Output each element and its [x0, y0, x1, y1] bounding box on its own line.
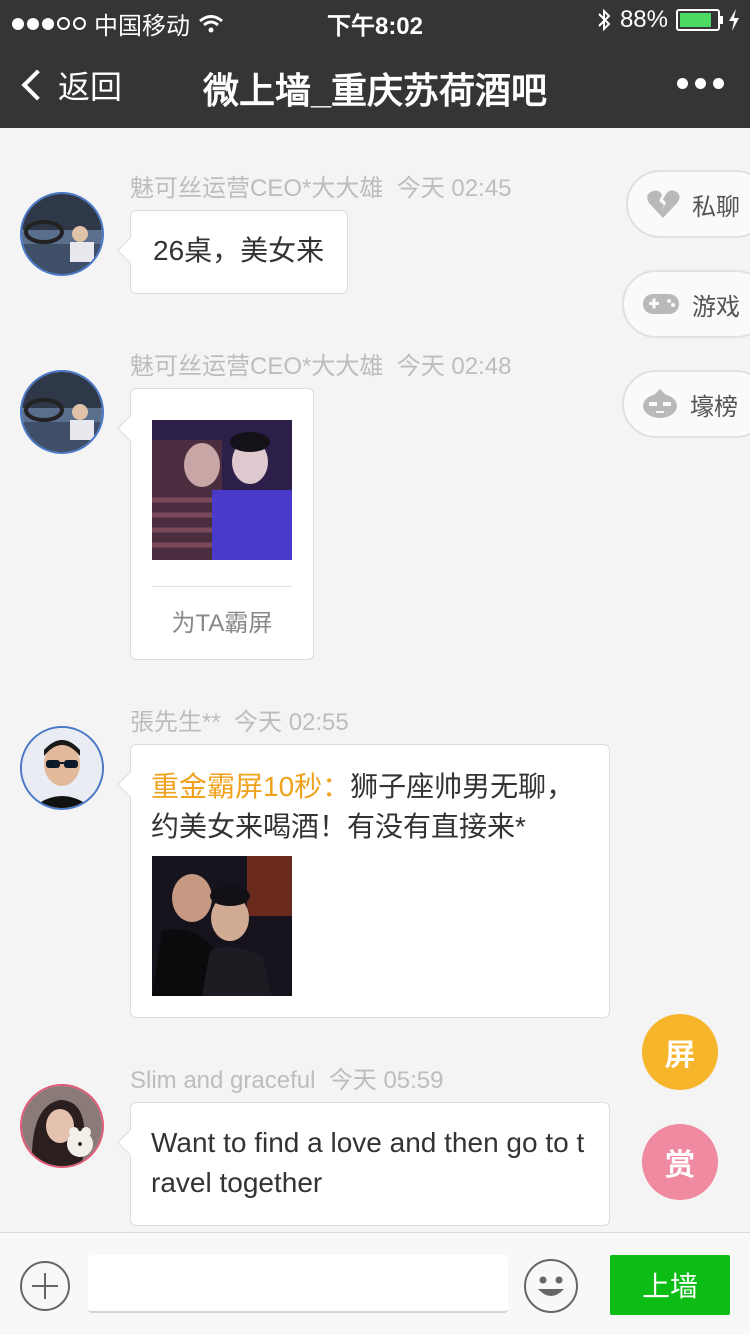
private-chat-label: 私聊 — [692, 193, 740, 221]
avatar[interactable] — [20, 726, 104, 810]
boost-screen-fab-label: 屏 — [665, 1039, 695, 1072]
message-input[interactable] — [88, 1255, 508, 1313]
broken-heart-icon — [647, 190, 680, 218]
message-bubble[interactable]: 26桌，美女来 — [130, 210, 348, 294]
message-body: 重金霸屏10秒：狮子座帅男无聊，约美女来喝酒！有没有直接来* — [151, 767, 589, 847]
nav-bar: 返回 微上墙_重庆苏荷酒吧 — [0, 40, 750, 128]
message-bubble[interactable]: 重金霸屏10秒：狮子座帅男无聊，约美女来喝酒！有没有直接来* — [130, 744, 610, 1018]
top-bar: 中国移动 下午8:02 88% 返回 微上墙_重庆苏荷酒吧 — [0, 0, 750, 128]
boost-tag: 重金霸屏10秒： — [151, 771, 351, 802]
battery-icon — [676, 9, 723, 31]
message-author: Slim and graceful — [130, 1067, 316, 1094]
post-to-wall-label: 上墙 — [641, 1271, 698, 1302]
input-bar: 上墙 — [0, 1232, 750, 1335]
message-bubble[interactable]: Want to find a love and then go to trave… — [130, 1102, 610, 1226]
gamepad-icon — [643, 294, 679, 314]
shared-photo[interactable] — [152, 856, 292, 996]
page-title: 微上墙_重庆苏荷酒吧 — [202, 70, 548, 111]
shared-photo[interactable] — [152, 420, 292, 560]
boost-screen-button[interactable]: 为TA霸屏 — [131, 603, 313, 638]
charging-icon — [729, 9, 739, 31]
plus-icon[interactable] — [20, 1261, 70, 1311]
games-button[interactable]: 游戏 — [622, 270, 750, 338]
boost-screen-fab[interactable]: 屏 — [642, 1014, 718, 1090]
games-label: 游戏 — [692, 293, 740, 321]
message-bubble[interactable]: 为TA霸屏 — [130, 388, 314, 660]
status-bar: 中国移动 下午8:02 88% — [0, 0, 750, 40]
message-meta: 魅可丝运营CEO*大大雄 今天 02:48 — [130, 346, 511, 381]
more-icon[interactable] — [677, 78, 724, 89]
reward-fab-label: 赏 — [665, 1149, 695, 1182]
private-chat-button[interactable]: 私聊 — [626, 170, 750, 238]
message-text: 26桌，美女来 — [153, 235, 325, 266]
ranking-label: 壕榜 — [690, 393, 738, 421]
avatar[interactable] — [20, 370, 104, 454]
bluetooth-icon — [598, 8, 611, 32]
message-time: 今天 05:59 — [328, 1067, 444, 1094]
avatar[interactable] — [20, 1084, 104, 1168]
message-meta: 魅可丝运营CEO*大大雄 今天 02:45 — [130, 168, 511, 203]
ranking-button[interactable]: 壕榜 — [622, 370, 750, 438]
message-author: 魅可丝运营CEO*大大雄 — [130, 353, 384, 380]
emoji-icon[interactable] — [524, 1259, 578, 1313]
message-text: Want to find a love and then go to trave… — [151, 1127, 585, 1198]
message-author: 魅可丝运营CEO*大大雄 — [130, 175, 384, 202]
post-to-wall-button[interactable]: 上墙 — [610, 1255, 730, 1315]
message-author: 張先生** — [130, 709, 221, 736]
message-time: 今天 02:45 — [396, 175, 512, 202]
message-time: 今天 02:55 — [234, 709, 349, 736]
message-meta: 張先生** 今天 02:55 — [130, 702, 349, 737]
message-meta: Slim and graceful 今天 05:59 — [130, 1060, 444, 1095]
battery-percent: 88% — [619, 6, 668, 33]
avatar[interactable] — [20, 192, 104, 276]
rich-face-icon — [643, 389, 677, 418]
reward-fab[interactable]: 赏 — [642, 1124, 718, 1200]
message-time: 今天 02:48 — [396, 353, 512, 380]
divider — [152, 586, 292, 587]
